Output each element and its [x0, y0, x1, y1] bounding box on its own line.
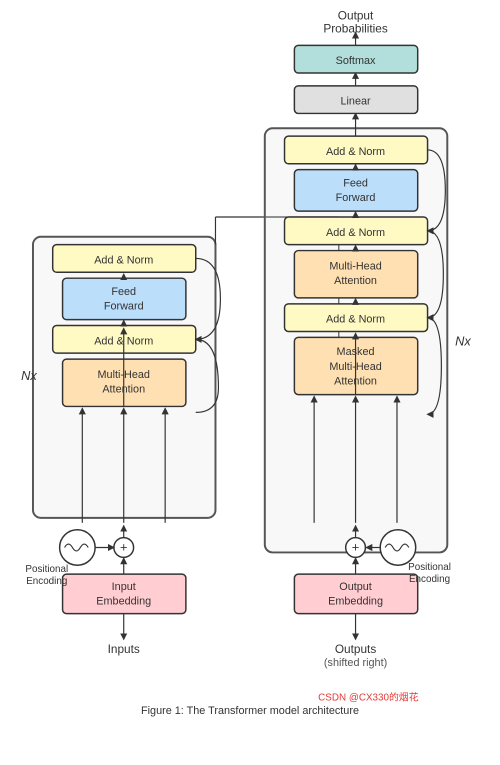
- enc-ff-label1: Feed: [111, 286, 136, 298]
- svg-text:+: +: [120, 539, 127, 554]
- dec-pos-enc-label2: Encoding: [409, 574, 450, 585]
- input-embedding-label1: Input: [112, 581, 136, 593]
- input-embedding-label2: Embedding: [96, 596, 151, 608]
- dec-pos-enc-label1: Positional: [408, 562, 451, 573]
- output-embedding-label1: Output: [339, 581, 372, 593]
- watermark: CSDN @CX330的烟花: [318, 690, 419, 703]
- dec-ff-label2: Forward: [336, 192, 376, 204]
- linear-label: Linear: [340, 96, 371, 108]
- output-embedding-label2: Embedding: [328, 596, 383, 608]
- enc-pos-enc-label1: Positional: [25, 564, 68, 575]
- svg-text:+: +: [352, 539, 359, 554]
- outputs-label: Outputs: [335, 642, 377, 656]
- dec-add-norm1: Add & Norm: [326, 314, 385, 326]
- inputs-label: Inputs: [108, 642, 140, 656]
- enc-pos-enc-label2: Encoding: [26, 576, 67, 587]
- dec-mha-label2: Attention: [334, 275, 377, 287]
- enc-ff-label2: Forward: [104, 301, 144, 313]
- enc-add-norm2: Add & Norm: [94, 254, 153, 266]
- decoder-nx-label: Nx: [455, 333, 471, 348]
- dec-add-norm2: Add & Norm: [326, 227, 385, 239]
- figure-caption: Figure 1: The Transformer model architec…: [141, 705, 359, 717]
- output-prob-label2: Probabilities: [323, 22, 388, 36]
- dec-mha-label1: Multi-Head: [329, 260, 381, 272]
- encoder-nx-label: Nx: [21, 368, 37, 383]
- dec-add-norm3: Add & Norm: [326, 146, 385, 158]
- outputs-shifted-label: (shifted right): [324, 657, 387, 669]
- dec-ff-label1: Feed: [343, 177, 368, 189]
- softmax-label: Softmax: [336, 55, 376, 67]
